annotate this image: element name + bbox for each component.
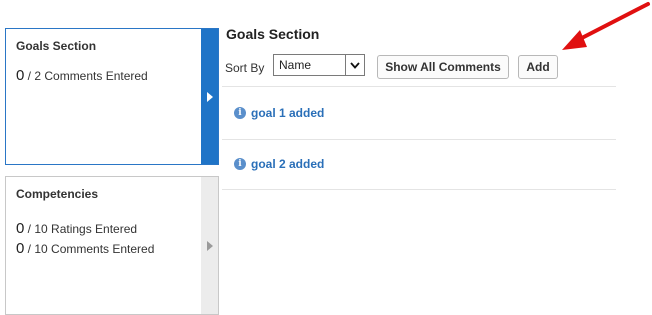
goal-link[interactable]: goal 2 added [251, 157, 324, 171]
competencies-comments-stat: 0 / 10 Comments Entered [16, 240, 154, 257]
goals-expand-tab[interactable] [201, 29, 218, 164]
goals-section-card[interactable]: Goals Section 0 / 2 Comments Entered [5, 28, 219, 165]
info-icon: i [234, 107, 246, 119]
competencies-ratings-stat: 0 / 10 Ratings Entered [16, 220, 137, 237]
add-button[interactable]: Add [518, 55, 558, 79]
goals-comments-stat: 0 / 2 Comments Entered [16, 67, 148, 84]
chevron-down-icon [345, 55, 364, 75]
info-icon: i [234, 158, 246, 170]
goal-item[interactable]: i goal 2 added [234, 157, 324, 171]
competencies-card-title: Competencies [16, 187, 99, 201]
goal-item[interactable]: i goal 1 added [234, 106, 324, 120]
sort-by-select[interactable]: Name [273, 54, 365, 76]
show-all-comments-button[interactable]: Show All Comments [377, 55, 509, 79]
goal-link[interactable]: goal 1 added [251, 106, 324, 120]
chevron-right-icon [206, 91, 213, 102]
goals-comments-label: / 2 Comments Entered [24, 69, 148, 83]
divider [222, 86, 616, 87]
chevron-right-icon [206, 240, 213, 251]
sort-by-value: Name [279, 58, 312, 72]
competencies-ratings-label: / 10 Ratings Entered [24, 222, 138, 236]
divider [222, 139, 616, 140]
sort-by-label: Sort By [225, 61, 265, 75]
annotation-arrow [562, 2, 650, 50]
page-title: Goals Section [226, 26, 320, 42]
competencies-expand-tab[interactable] [201, 177, 218, 314]
goals-card-title: Goals Section [16, 39, 97, 53]
competencies-card[interactable]: Competencies 0 / 10 Ratings Entered 0 / … [5, 176, 219, 315]
divider [222, 189, 616, 190]
competencies-comments-label: / 10 Comments Entered [24, 242, 155, 256]
